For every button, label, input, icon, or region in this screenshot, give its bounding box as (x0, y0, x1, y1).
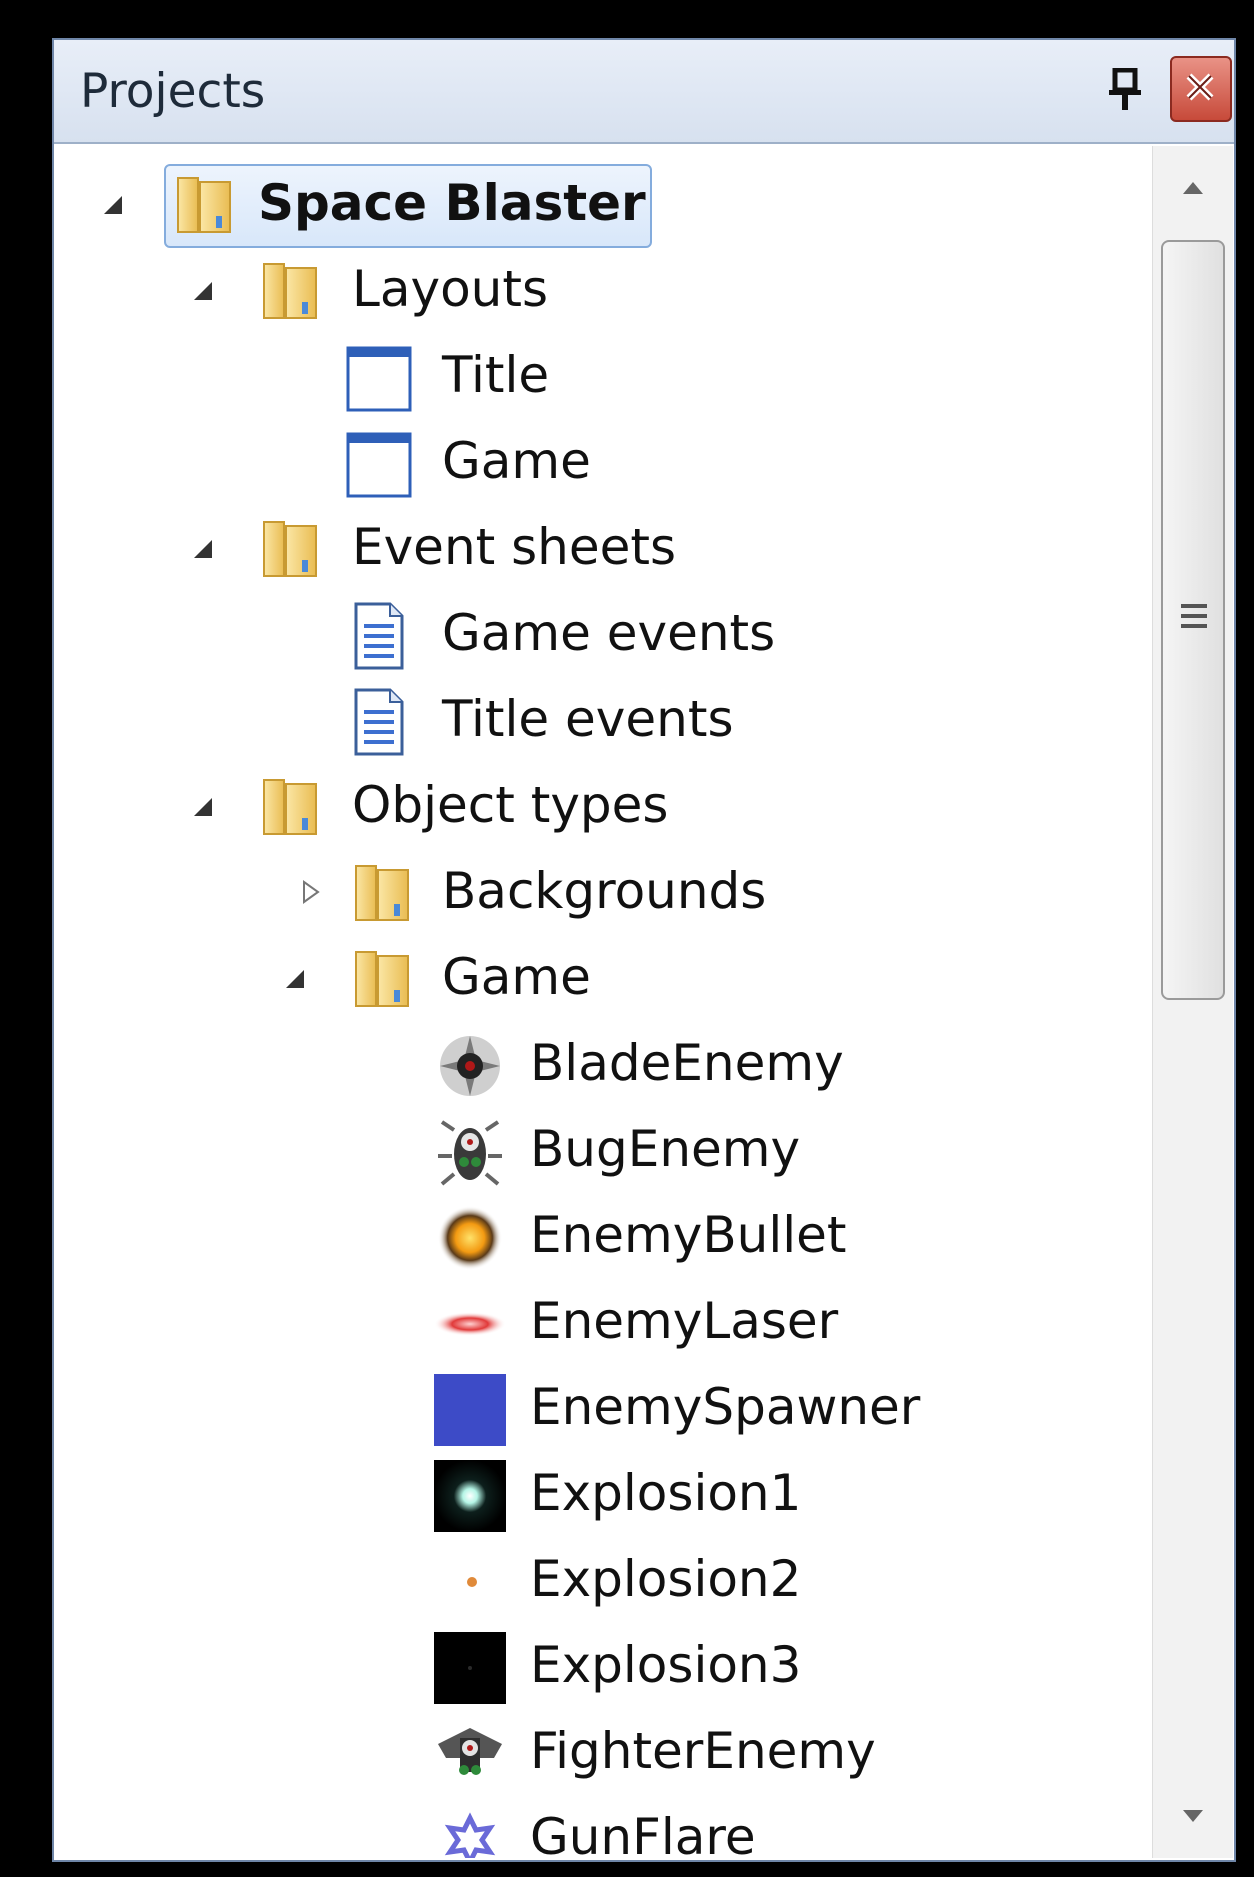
pin-icon[interactable] (1107, 68, 1143, 112)
folder-icon (258, 772, 330, 844)
tree-item-label: BugEnemy (530, 1120, 801, 1178)
tree-item-label: Explosion2 (530, 1550, 802, 1608)
folder-icon (258, 256, 330, 328)
tree-item-label: Backgrounds (442, 862, 767, 920)
tree-item-object-types[interactable]: Object types (54, 766, 1152, 846)
event-sheet-icon (344, 600, 416, 672)
folder-icon (172, 170, 244, 242)
tree-item-space-blaster[interactable]: Space Blaster (54, 164, 1152, 248)
tree-item-label: BladeEnemy (530, 1034, 844, 1092)
event-sheet-icon (344, 686, 416, 758)
tree-item-label: GunFlare (530, 1808, 756, 1858)
tree-item-game-folder[interactable]: Game (54, 938, 1152, 1018)
tree-item-enemybullet[interactable]: EnemyBullet (54, 1196, 1152, 1276)
tree-item-label: Explosion1 (530, 1464, 802, 1522)
gun-flare-sprite-icon (444, 1812, 496, 1858)
explosion3-sprite-icon (434, 1632, 506, 1704)
tree-item-enemyspawner[interactable]: EnemySpawner (54, 1368, 1152, 1448)
tree-item-label: Layouts (352, 260, 549, 318)
folder-icon (350, 858, 422, 930)
scroll-down-arrow-icon[interactable] (1153, 1778, 1233, 1858)
close-icon (1186, 73, 1214, 101)
tree-item-enemylaser[interactable]: EnemyLaser (54, 1282, 1152, 1362)
tree-item-explosion1[interactable]: Explosion1 (54, 1454, 1152, 1534)
explosion1-sprite-icon (434, 1460, 506, 1532)
tree-item-label: Game events (442, 604, 776, 662)
vertical-scrollbar[interactable] (1152, 146, 1233, 1858)
tree-item-fighterenemy[interactable]: FighterEnemy (54, 1712, 1152, 1792)
tree-item-explosion2[interactable]: Explosion2 (54, 1540, 1152, 1620)
enemy-laser-sprite-icon (434, 1312, 506, 1336)
tree-item-label: Game (442, 432, 591, 490)
tree-item-label: Game (442, 948, 591, 1006)
tree-item-label: Object types (352, 776, 669, 834)
tree-item-bugenemy[interactable]: BugEnemy (54, 1110, 1152, 1190)
expanded-arrow-icon[interactable] (98, 190, 126, 218)
expanded-arrow-icon[interactable] (280, 964, 308, 992)
tree-item-label: Title events (442, 690, 734, 748)
bug-enemy-sprite-icon (438, 1120, 502, 1186)
tree-item-label: Space Blaster (258, 174, 646, 232)
tree-item-layout-game[interactable]: Game (54, 422, 1152, 502)
project-tree: Space Blaster Layouts Title Game Event s… (54, 146, 1152, 1858)
tree-item-label: Event sheets (352, 518, 677, 576)
blade-enemy-sprite-icon (440, 1036, 500, 1096)
close-button[interactable] (1170, 56, 1232, 122)
tree-item-bladeenemy[interactable]: BladeEnemy (54, 1024, 1152, 1104)
panel-title: Projects (80, 64, 266, 119)
layout-icon (344, 342, 416, 414)
expanded-arrow-icon[interactable] (188, 792, 216, 820)
tree-item-label: EnemySpawner (530, 1378, 921, 1436)
grip-icon (1181, 604, 1207, 628)
tree-item-label: FighterEnemy (530, 1722, 876, 1780)
layout-icon (344, 428, 416, 500)
tree-item-title-events[interactable]: Title events (54, 680, 1152, 760)
tree-item-backgrounds[interactable]: Backgrounds (54, 852, 1152, 932)
scroll-up-arrow-icon[interactable] (1153, 146, 1233, 226)
projects-panel: Projects Space Blaster Layouts Title Gam… (52, 38, 1236, 1862)
tree-item-explosion3[interactable]: Explosion3 (54, 1626, 1152, 1706)
expanded-arrow-icon[interactable] (188, 276, 216, 304)
tree-item-label: EnemyBullet (530, 1206, 847, 1264)
tree-item-label: Title (442, 346, 550, 404)
folder-icon (350, 944, 422, 1016)
enemy-spawner-sprite-icon (434, 1374, 506, 1446)
expanded-arrow-icon[interactable] (188, 534, 216, 562)
tree-item-label: Explosion3 (530, 1636, 802, 1694)
explosion2-sprite-icon (467, 1577, 477, 1587)
folder-icon (258, 514, 330, 586)
scrollbar-thumb[interactable] (1161, 240, 1225, 1000)
collapsed-arrow-icon[interactable] (296, 878, 324, 906)
tree-item-game-events[interactable]: Game events (54, 594, 1152, 674)
fighter-enemy-sprite-icon (438, 1728, 502, 1775)
panel-titlebar: Projects (54, 40, 1234, 144)
tree-item-gunflare[interactable]: GunFlare (54, 1798, 1152, 1858)
tree-item-layout-title[interactable]: Title (54, 336, 1152, 416)
enemy-bullet-sprite-icon (438, 1206, 502, 1270)
tree-item-label: EnemyLaser (530, 1292, 839, 1350)
tree-item-event-sheets[interactable]: Event sheets (54, 508, 1152, 588)
tree-item-layouts[interactable]: Layouts (54, 250, 1152, 330)
